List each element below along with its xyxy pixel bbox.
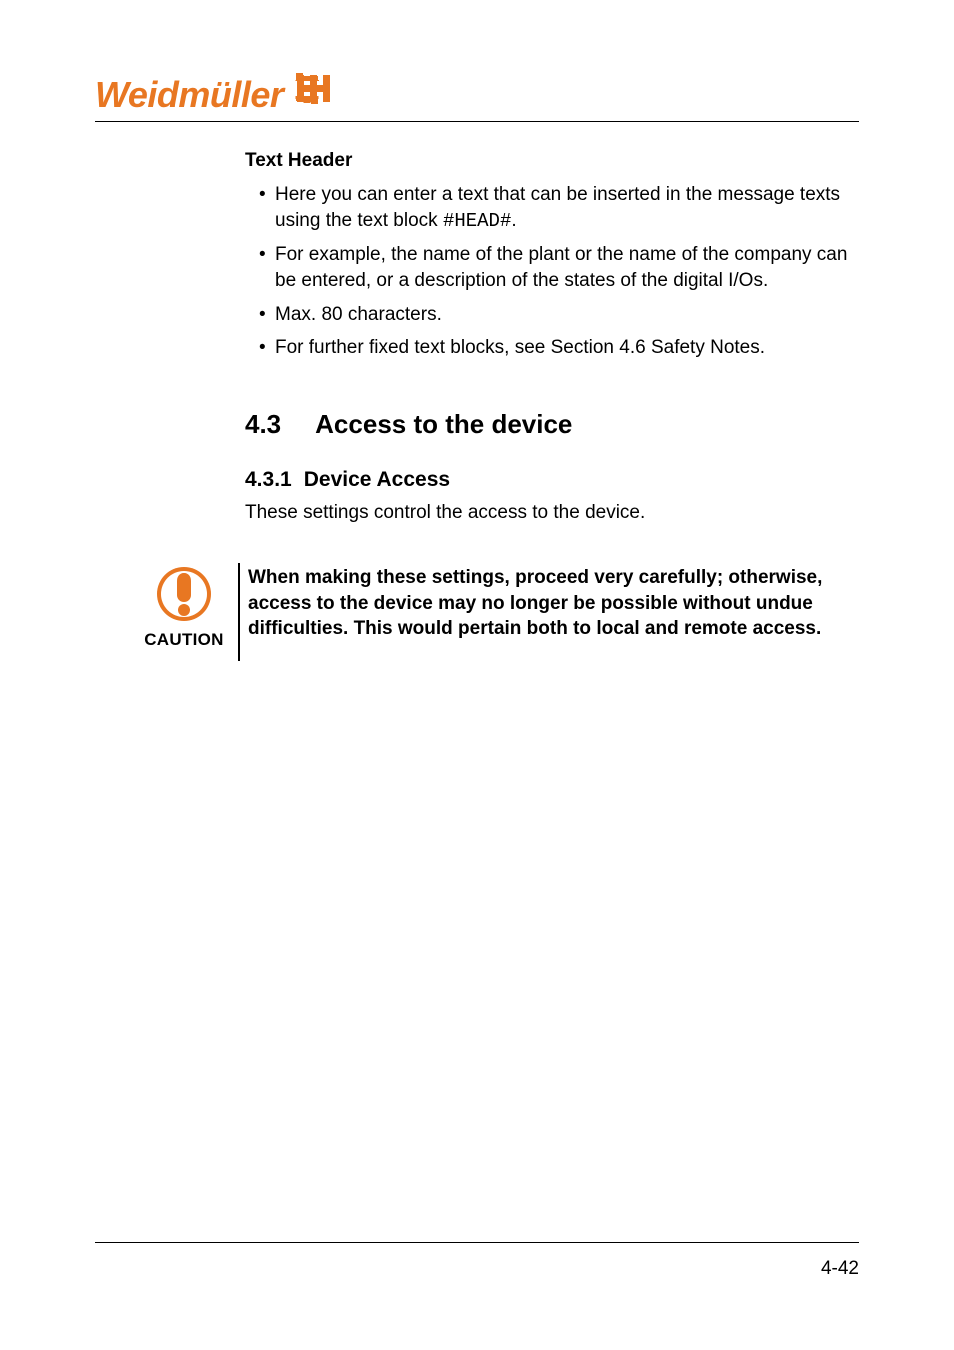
caution-icon <box>155 565 213 623</box>
list-item: Here you can enter a text that can be in… <box>245 182 859 234</box>
section-title: Access to the device <box>315 409 572 440</box>
page-number: 4-42 <box>95 1258 859 1280</box>
list-item: For further fixed text blocks, see Secti… <box>245 335 859 361</box>
footer: 4-42 <box>95 1242 859 1280</box>
brand-name: Weidmüller <box>95 74 283 116</box>
caution-label: CAUTION <box>130 630 238 650</box>
text-header-bullets: Here you can enter a text that can be in… <box>245 182 859 361</box>
list-item: For example, the name of the plant or th… <box>245 242 859 293</box>
section-heading: 4.3 Access to the device <box>245 409 859 440</box>
caution-block: CAUTION When making these settings, proc… <box>0 563 954 661</box>
bullet-text: Max. 80 characters. <box>275 304 442 325</box>
footer-divider <box>95 1242 859 1243</box>
brand-symbol-icon <box>291 70 337 119</box>
subsection-intro: These settings control the access to the… <box>245 500 859 526</box>
list-item: Max. 80 characters. <box>245 302 859 328</box>
bullet-code: #HEAD# <box>443 210 511 232</box>
bullet-text-prefix: Here you can enter a text that can be in… <box>275 184 840 231</box>
bullet-text: For further fixed text blocks, see Secti… <box>275 337 765 358</box>
main-content: Text Header Here you can enter a text th… <box>0 150 954 525</box>
bullet-text-suffix: . <box>511 210 516 231</box>
header-region: Weidmüller <box>0 0 954 122</box>
text-header-title: Text Header <box>245 150 859 172</box>
bullet-text: For example, the name of the plant or th… <box>275 244 847 291</box>
subsection-title: Device Access <box>304 468 450 491</box>
subsection-number: 4.3.1 <box>245 468 292 491</box>
brand-logo: Weidmüller <box>95 70 859 122</box>
caution-icon-area: CAUTION <box>0 563 238 661</box>
caution-text: When making these settings, proceed very… <box>238 563 859 661</box>
section-number: 4.3 <box>245 409 281 440</box>
subsection-heading: 4.3.1 Device Access <box>245 468 859 492</box>
